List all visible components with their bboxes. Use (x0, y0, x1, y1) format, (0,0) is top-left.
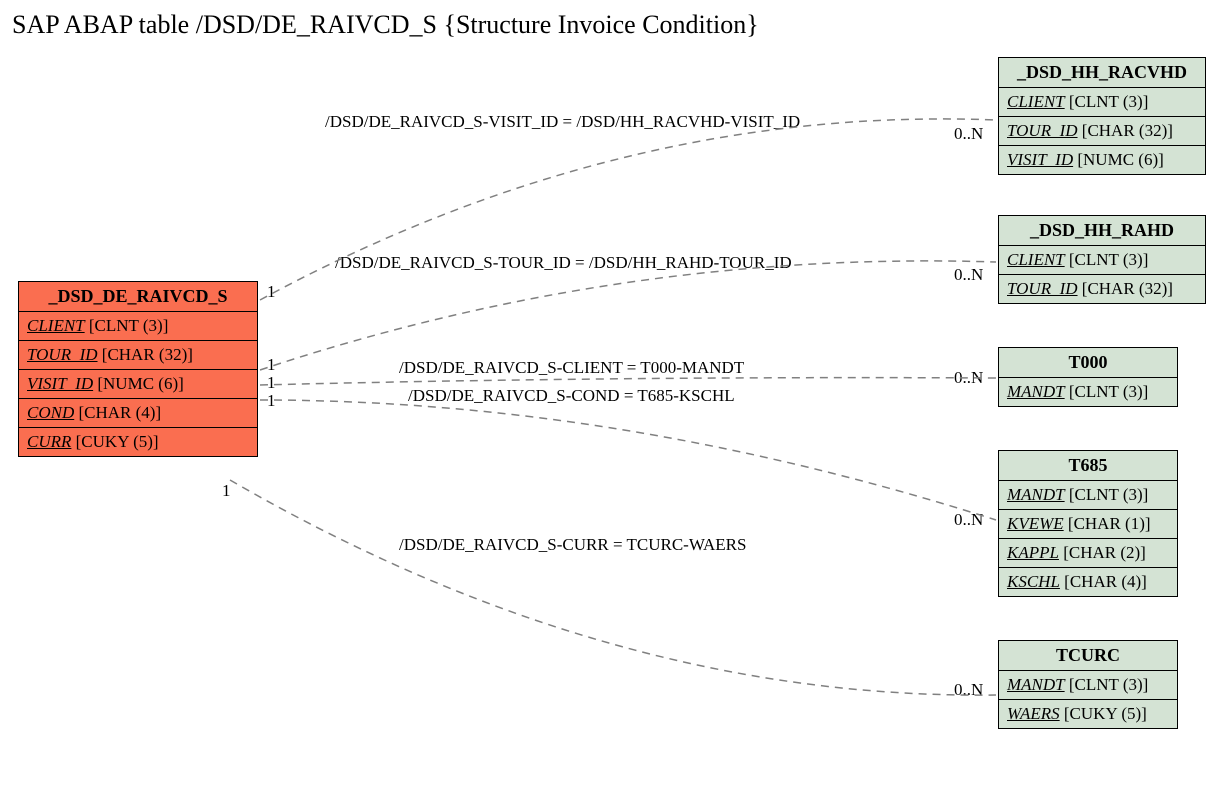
entity-field: CLIENT [CLNT (3)] (999, 88, 1205, 117)
cardinality-right: 0..N (954, 368, 983, 388)
entity-t000: T000 MANDT [CLNT (3)] (998, 347, 1178, 407)
entity-t685: T685 MANDT [CLNT (3)] KVEWE [CHAR (1)] K… (998, 450, 1178, 597)
relation-label: /DSD/DE_RAIVCD_S-TOUR_ID = /DSD/HH_RAHD-… (335, 253, 792, 273)
entity-header: _DSD_HH_RAHD (999, 216, 1205, 246)
entity-rahd: _DSD_HH_RAHD CLIENT [CLNT (3)] TOUR_ID [… (998, 215, 1206, 304)
entity-field: MANDT [CLNT (3)] (999, 671, 1177, 700)
entity-field: CLIENT [CLNT (3)] (999, 246, 1205, 275)
cardinality-left: 1 (222, 481, 231, 501)
entity-header: T685 (999, 451, 1177, 481)
entity-main-header: _DSD_DE_RAIVCD_S (19, 282, 257, 312)
entity-main-field: TOUR_ID [CHAR (32)] (19, 341, 257, 370)
cardinality-left: 1 (267, 373, 276, 393)
entity-field: KSCHL [CHAR (4)] (999, 568, 1177, 596)
relation-label: /DSD/DE_RAIVCD_S-VISIT_ID = /DSD/HH_RACV… (325, 112, 800, 132)
entity-tcurc: TCURC MANDT [CLNT (3)] WAERS [CUKY (5)] (998, 640, 1178, 729)
entity-main-field: CURR [CUKY (5)] (19, 428, 257, 456)
cardinality-right: 0..N (954, 680, 983, 700)
entity-field: TOUR_ID [CHAR (32)] (999, 275, 1205, 303)
cardinality-right: 0..N (954, 265, 983, 285)
entity-header: TCURC (999, 641, 1177, 671)
entity-main-field: VISIT_ID [NUMC (6)] (19, 370, 257, 399)
entity-field: KVEWE [CHAR (1)] (999, 510, 1177, 539)
relation-label: /DSD/DE_RAIVCD_S-CURR = TCURC-WAERS (399, 535, 746, 555)
entity-field: TOUR_ID [CHAR (32)] (999, 117, 1205, 146)
relation-label: /DSD/DE_RAIVCD_S-CLIENT = T000-MANDT (399, 358, 744, 378)
entity-field: MANDT [CLNT (3)] (999, 378, 1177, 406)
entity-header: _DSD_HH_RACVHD (999, 58, 1205, 88)
page-title: SAP ABAP table /DSD/DE_RAIVCD_S {Structu… (12, 10, 759, 40)
entity-main-field: CLIENT [CLNT (3)] (19, 312, 257, 341)
entity-field: MANDT [CLNT (3)] (999, 481, 1177, 510)
entity-field: WAERS [CUKY (5)] (999, 700, 1177, 728)
entity-header: T000 (999, 348, 1177, 378)
cardinality-left: 1 (267, 391, 276, 411)
cardinality-left: 1 (267, 282, 276, 302)
entity-field: VISIT_ID [NUMC (6)] (999, 146, 1205, 174)
entity-main: _DSD_DE_RAIVCD_S CLIENT [CLNT (3)] TOUR_… (18, 281, 258, 457)
cardinality-right: 0..N (954, 124, 983, 144)
entity-main-field: COND [CHAR (4)] (19, 399, 257, 428)
entity-field: KAPPL [CHAR (2)] (999, 539, 1177, 568)
cardinality-right: 0..N (954, 510, 983, 530)
cardinality-left: 1 (267, 355, 276, 375)
entity-racvhd: _DSD_HH_RACVHD CLIENT [CLNT (3)] TOUR_ID… (998, 57, 1206, 175)
relation-label: /DSD/DE_RAIVCD_S-COND = T685-KSCHL (408, 386, 735, 406)
